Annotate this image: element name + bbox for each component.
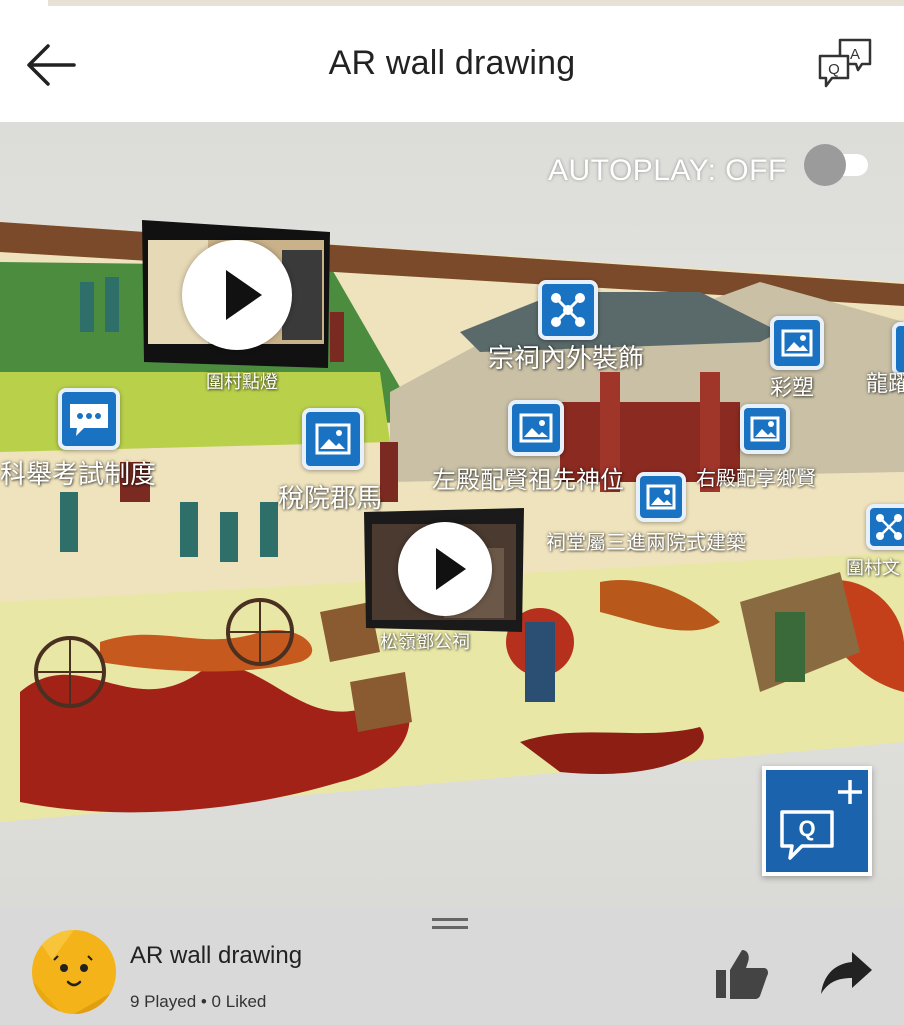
video-label[interactable]: 圍村點燈 xyxy=(206,368,278,394)
svg-text:Q: Q xyxy=(798,816,815,841)
autoplay-label: AUTOPLAY: OFF xyxy=(548,154,787,187)
drag-handle[interactable] xyxy=(432,916,468,930)
play-icon xyxy=(226,270,262,320)
hotspot-label[interactable]: 右殿配享鄉賢 xyxy=(696,462,816,491)
network-icon xyxy=(876,514,902,540)
toggle-knob xyxy=(804,144,846,186)
hotspot-label[interactable]: 稅院郡馬 xyxy=(278,478,382,515)
chat-icon xyxy=(70,404,108,436)
page-title: AR wall drawing xyxy=(328,44,576,82)
play-button[interactable] xyxy=(398,522,492,616)
autoplay-toggle[interactable] xyxy=(804,144,870,186)
hotspot-label[interactable]: 科舉考試制度 xyxy=(0,454,156,491)
hotspot-label[interactable]: 左殿配賢祖先神位 xyxy=(432,460,624,495)
hotspot-label[interactable]: 龍躍 xyxy=(866,366,904,398)
share-arrow-icon xyxy=(821,952,872,994)
thumbs-up-icon xyxy=(716,950,768,999)
hotspot-image[interactable] xyxy=(740,404,790,454)
hotspot-image[interactable] xyxy=(508,400,564,456)
svg-text:Q: Q xyxy=(828,61,840,78)
question-answer-icon: A Q xyxy=(818,38,872,88)
add-question-button[interactable]: Q xyxy=(762,766,872,876)
svg-text:A: A xyxy=(850,46,860,63)
video-label[interactable]: 松嶺鄧公祠 xyxy=(380,628,470,654)
avatar[interactable] xyxy=(32,930,116,1014)
bottom-panel: AR wall drawing 9 Played • 0 Liked xyxy=(0,908,904,1025)
hotspot-image[interactable] xyxy=(636,472,686,522)
image-icon xyxy=(315,423,351,455)
image-icon xyxy=(646,484,676,510)
app-header: AR wall drawing A Q xyxy=(0,6,904,122)
add-question-icon: Q xyxy=(780,780,862,860)
share-button[interactable] xyxy=(818,948,874,998)
video-thumbnail[interactable] xyxy=(142,220,330,368)
hotspot-label[interactable]: 祠堂屬三進兩院式建築 xyxy=(546,526,746,555)
image-icon xyxy=(750,416,780,442)
image-icon xyxy=(781,329,813,357)
hotspot-label[interactable]: 圍村文 xyxy=(846,554,900,580)
video-thumbnail[interactable] xyxy=(364,508,524,632)
hotspot-image[interactable] xyxy=(770,316,824,370)
play-icon xyxy=(436,548,466,590)
activity-stats: 9 Played • 0 Liked xyxy=(130,992,267,1011)
ar-camera-view[interactable]: AUTOPLAY: OFF 圍村點燈 松嶺鄧公祠 宗祠內外裝飾 彩塑 龍躍 科舉… xyxy=(0,122,904,908)
play-button[interactable] xyxy=(182,240,292,350)
network-icon xyxy=(551,293,585,327)
avatar-face-icon xyxy=(32,930,116,1014)
hotspot-label[interactable]: 彩塑 xyxy=(770,370,814,402)
hotspot-network[interactable] xyxy=(538,280,598,340)
hotspot-chat[interactable] xyxy=(58,388,120,450)
hotspot-label[interactable]: 宗祠內外裝飾 xyxy=(488,338,644,375)
hotspot-image[interactable] xyxy=(302,408,364,470)
like-button[interactable] xyxy=(712,946,770,1002)
hotspot-network[interactable] xyxy=(866,504,904,550)
qa-button[interactable]: A Q xyxy=(814,34,876,96)
image-icon xyxy=(519,413,553,443)
activity-title: AR wall drawing xyxy=(130,942,303,969)
